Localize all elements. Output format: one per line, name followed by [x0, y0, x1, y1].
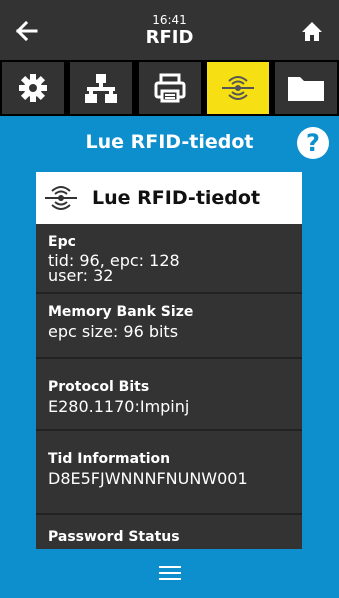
- question-mark-icon: ?: [306, 129, 320, 157]
- tab-storage[interactable]: [275, 62, 337, 114]
- item-label: Memory Bank Size: [48, 304, 194, 320]
- item-value: epc size: 96 bits: [48, 322, 179, 341]
- page-title: RFID: [145, 27, 194, 48]
- printer-icon: [154, 73, 185, 103]
- printer-screen: 16:41 RFID Lue RFID-tiedot ? Lue RFID-ti…: [0, 0, 339, 598]
- list-item-password-status: Password Status: [36, 515, 302, 549]
- rfid-icon: [45, 186, 77, 210]
- tab-print[interactable]: [138, 62, 201, 114]
- gear-icon: [19, 74, 47, 102]
- menu-button[interactable]: [150, 561, 190, 587]
- item-value: E280.1170:Impinj: [48, 397, 190, 416]
- help-button[interactable]: ?: [297, 127, 329, 159]
- tab-network[interactable]: [70, 62, 133, 114]
- network-icon: [85, 74, 118, 103]
- list-item-epc: Epc tid: 96, epc: 128 user: 32: [36, 224, 302, 294]
- item-label: Epc: [48, 234, 76, 250]
- list-item-tid-information: Tid Information D8E5FJWNNNFNUNW001: [36, 431, 302, 515]
- rfid-icon-box: [36, 172, 86, 224]
- bottom-bar: [0, 549, 339, 598]
- item-label: Password Status: [48, 529, 180, 545]
- folder-icon: [288, 77, 324, 101]
- section-title: Lue RFID-tiedot: [85, 131, 254, 153]
- list-item-protocol-bits: Protocol Bits E280.1170:Impinj: [36, 359, 302, 431]
- section-header: Lue RFID-tiedot ?: [0, 116, 339, 172]
- tab-rfid[interactable]: [206, 62, 269, 114]
- card-title: Lue RFID-tiedot: [92, 187, 261, 209]
- content-area: Lue RFID-tiedot ? Lue RFID-tiedot Epc ti…: [0, 116, 339, 598]
- top-bar: 16:41 RFID: [0, 0, 339, 60]
- rfid-data-list[interactable]: Epc tid: 96, epc: 128 user: 32 Memory Ba…: [36, 224, 302, 549]
- rfid-read-card-header: Lue RFID-tiedot: [36, 172, 302, 224]
- item-label: Tid Information: [48, 451, 171, 467]
- tab-settings[interactable]: [2, 62, 64, 114]
- item-value: D8E5FJWNNNFNUNW001: [48, 469, 248, 488]
- hamburger-menu-icon: [159, 566, 181, 580]
- home-button[interactable]: [295, 14, 329, 48]
- rfid-icon: [221, 76, 254, 100]
- item-label: Protocol Bits: [48, 379, 150, 395]
- list-item-memory-bank-size: Memory Bank Size epc size: 96 bits: [36, 294, 302, 359]
- category-tabs: [0, 60, 339, 116]
- item-value: tid: 96, epc: 128 user: 32: [48, 251, 180, 285]
- clock: 16:41: [152, 13, 187, 27]
- home-icon: [302, 22, 322, 41]
